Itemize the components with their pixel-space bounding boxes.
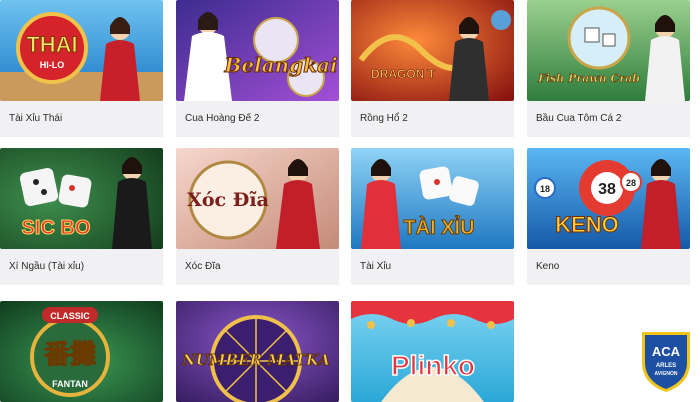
svg-text:番攤: 番攤 <box>44 340 96 370</box>
game-thumbnail[interactable]: Xóc Đĩa <box>176 148 339 249</box>
svg-text:ACA: ACA <box>652 344 681 359</box>
game-title: Rồng Hổ 2 <box>351 101 514 137</box>
game-logo-text: Xóc Đĩa <box>187 189 269 211</box>
game-title: Bầu Cua Tôm Cá 2 <box>527 101 690 137</box>
game-logo-text: FANTAN <box>52 379 88 389</box>
game-thumbnail[interactable]: TÀI XỈU <box>351 148 514 249</box>
game-thumbnail[interactable]: Belangkai <box>176 0 339 101</box>
game-title: Tài Xỉu <box>351 249 514 285</box>
game-thumbnail[interactable]: DRAGON T <box>351 0 514 101</box>
game-title: Cua Hoàng Đế 2 <box>176 101 339 137</box>
svg-text:38: 38 <box>598 181 616 198</box>
game-logo-text: Plinko <box>391 350 475 381</box>
game-title: Xóc Đĩa <box>176 249 339 285</box>
game-thumbnail[interactable]: THAI HI-LO <box>0 0 163 101</box>
game-thumbnail[interactable]: Plinko <box>351 301 514 402</box>
svg-text:28: 28 <box>626 178 636 188</box>
game-logo-text: THAI <box>26 32 77 57</box>
game-logo-text: NUMBER MATKA <box>181 351 330 369</box>
svg-text:ARLES: ARLES <box>656 363 676 369</box>
game-logo-text: TÀI XỈU <box>403 216 474 239</box>
game-thumbnail[interactable]: NUMBER MATKA <box>176 301 339 402</box>
game-title: Xí Ngầu (Tài xỉu) <box>0 249 163 285</box>
svg-text:HI-LO: HI-LO <box>40 60 65 70</box>
game-logo-text: Belangkai <box>223 53 337 77</box>
game-logo-text: Fish Prawn Crab <box>537 72 640 85</box>
svg-text:AVIGNON: AVIGNON <box>655 371 678 377</box>
game-thumbnail[interactable]: 38 18 28 KENO <box>527 148 690 249</box>
game-logo-text: SIC BO <box>22 217 91 239</box>
game-logo-text: DRAGON T <box>371 67 436 81</box>
game-title: Keno <box>527 249 690 285</box>
game-title: Tài Xỉu Thái <box>0 101 163 137</box>
game-thumbnail[interactable]: SIC BO <box>0 148 163 249</box>
game-thumbnail[interactable]: Fish Prawn Crab <box>527 0 690 101</box>
game-thumbnail[interactable]: CLASSIC 番攤 FANTAN <box>0 301 163 402</box>
svg-text:CLASSIC: CLASSIC <box>50 311 90 321</box>
svg-text:18: 18 <box>540 184 550 194</box>
game-logo-text: KENO <box>555 212 619 237</box>
club-crest-badge: ACA ARLES AVIGNON <box>640 328 692 394</box>
